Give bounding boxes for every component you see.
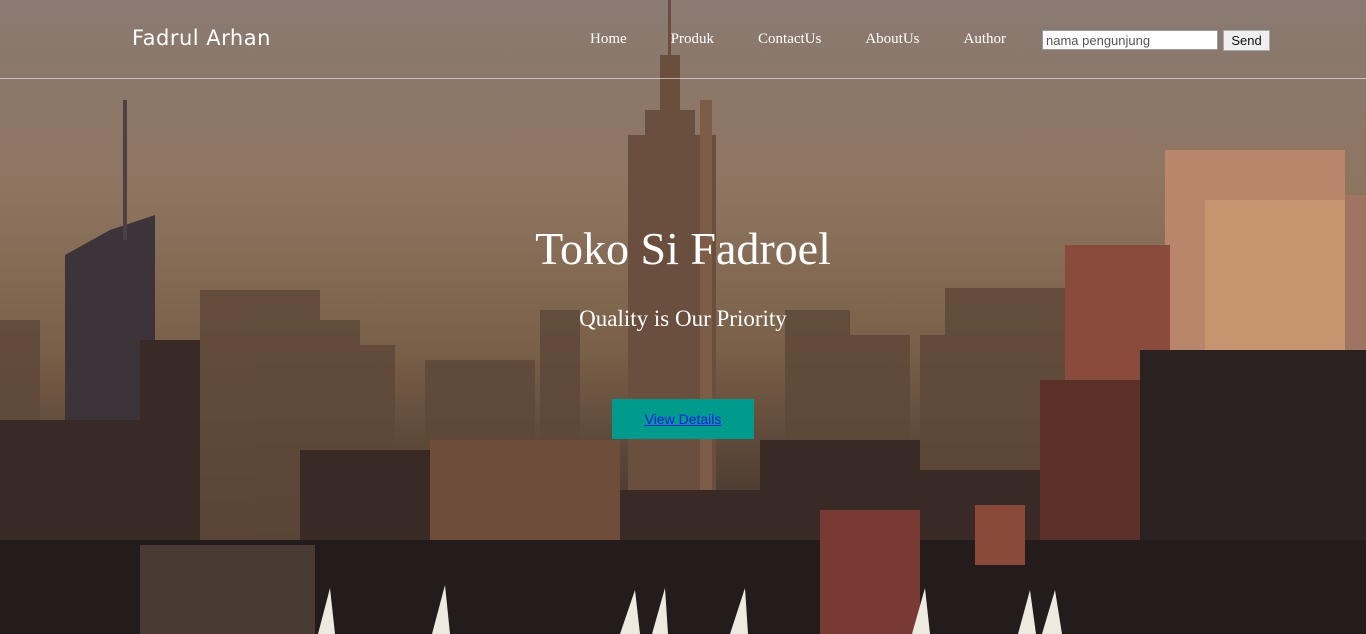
nav-link-contactus[interactable]: ContactUs — [758, 31, 821, 48]
view-details-link[interactable]: View Details — [645, 411, 722, 427]
main-nav: Home Produk ContactUs AboutUs Author — [590, 31, 1050, 48]
nav-link-home[interactable]: Home — [590, 31, 627, 48]
brand-logo-text[interactable]: Fadrul Arhan — [132, 26, 271, 50]
hero-title: Toko Si Fadroel — [535, 223, 831, 274]
nav-link-author[interactable]: Author — [964, 31, 1007, 48]
top-navbar: Fadrul Arhan Home Produk ContactUs About… — [0, 0, 1366, 79]
hero-section: Fadrul Arhan Home Produk ContactUs About… — [0, 0, 1366, 634]
nav-link-produk[interactable]: Produk — [671, 31, 714, 48]
visitor-name-input[interactable] — [1042, 30, 1218, 50]
nav-link-aboutus[interactable]: AboutUs — [865, 31, 919, 48]
send-button[interactable]: Send — [1223, 30, 1270, 51]
view-details-button[interactable]: View Details — [612, 399, 754, 439]
hero-subtitle: Quality is Our Priority — [579, 306, 787, 331]
